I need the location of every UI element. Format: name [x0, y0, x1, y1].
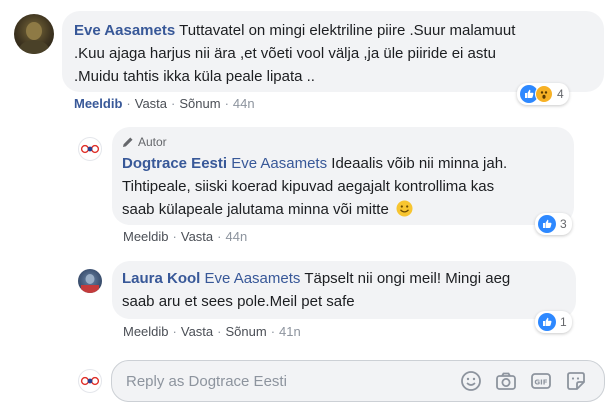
reply-bubble-laura: Laura Kool Eve Aasamets Täpselt nii ongi… — [112, 261, 576, 319]
reaction-count: 1 — [560, 315, 567, 329]
reply-text-line-3-content: saab külapeale jalutama minna või mitte — [122, 201, 389, 218]
reply1-reactions[interactable]: 3 — [535, 213, 572, 235]
reply-input[interactable] — [126, 372, 456, 390]
like-link[interactable]: Meeldib — [123, 229, 169, 244]
sticker-icon[interactable] — [565, 370, 587, 392]
avatar-photo-icon — [81, 274, 99, 293]
comment-text: Tuttavatel on mingi elektriline piire .S… — [179, 22, 516, 39]
dogtrace-eesti-avatar[interactable] — [78, 369, 102, 393]
comment-actions: Meeldib · Vasta · Sõnum · 44n — [74, 96, 255, 111]
like-link[interactable]: Meeldib — [74, 96, 122, 111]
author-badge: Autor — [122, 132, 564, 152]
eve-aasamets-avatar[interactable] — [14, 14, 54, 54]
camera-icon[interactable] — [495, 370, 517, 392]
reply-link[interactable]: Vasta — [181, 324, 213, 339]
reply2-actions: Meeldib · Vasta · Sõnum · 41n — [123, 324, 301, 339]
reply-text-line-1: Laura Kool Eve Aasamets Täpselt nii ongi… — [122, 267, 566, 290]
laura-kool-avatar[interactable] — [78, 269, 102, 293]
gif-icon[interactable]: GIF — [530, 370, 552, 392]
reply-mention[interactable]: Eve Aasamets — [205, 270, 301, 287]
reply-input-box[interactable]: GIF — [111, 360, 605, 402]
pencil-icon — [123, 137, 133, 147]
message-link[interactable]: Sõnum — [226, 324, 267, 339]
comment-text-line-3: .Muidu tahtis ikka küla peale lipata .. — [74, 68, 315, 85]
message-link[interactable]: Sõnum — [179, 96, 220, 111]
reply-text: Ideaalis võib nii minna jah. — [331, 155, 508, 172]
reaction-count: 3 — [560, 217, 567, 231]
reaction-count: 4 — [557, 87, 564, 101]
reply-text-line-3: saab külapeale jalutama minna või mitte — [122, 198, 564, 224]
reply-text-line-1: Dogtrace Eesti Eve Aasamets Ideaalis või… — [122, 152, 564, 175]
dogtrace-logo-icon — [80, 376, 100, 386]
dogtrace-eesti-avatar[interactable] — [78, 137, 102, 161]
reply-text-line-2: saab aru et sees pole.Meil pet safe — [122, 293, 355, 310]
reply-text: Täpselt nii ongi meil! Mingi aeg — [304, 270, 511, 287]
reply1-actions: Meeldib · Vasta · 44n — [123, 229, 248, 244]
comment-reactions[interactable]: 4 — [517, 83, 569, 105]
smiley-emoji-icon — [396, 200, 413, 224]
reply2-reactions[interactable]: 1 — [535, 311, 572, 333]
avatar-photo-icon — [19, 22, 49, 54]
comment-text-line-2: .Kuu ajaga harjus nii ära ,et võeti vool… — [74, 45, 496, 62]
like-reaction-icon — [538, 313, 556, 331]
dogtrace-logo-icon — [80, 144, 100, 154]
author-badge-label: Autor — [138, 134, 167, 149]
comment-timestamp[interactable]: 44n — [233, 96, 255, 111]
reply-link[interactable]: Vasta — [181, 229, 213, 244]
reply-author[interactable]: Dogtrace Eesti — [122, 155, 227, 172]
like-reaction-icon — [538, 215, 556, 233]
comment-bubble: Eve Aasamets Tuttavatel on mingi elektri… — [62, 11, 604, 92]
reply-mention[interactable]: Eve Aasamets — [231, 155, 327, 172]
like-link[interactable]: Meeldib — [123, 324, 169, 339]
reply-text-line-2: Tihtipeale, siiski koerad kipuvad aegaja… — [122, 178, 495, 195]
svg-text:GIF: GIF — [534, 379, 547, 387]
reply-author[interactable]: Laura Kool — [122, 270, 200, 287]
reply-bubble-dogtrace: Autor Dogtrace Eesti Eve Aasamets Ideaal… — [112, 127, 574, 225]
reply-timestamp[interactable]: 41n — [279, 324, 301, 339]
comment-author[interactable]: Eve Aasamets — [74, 22, 175, 39]
comment-text-line-1: Eve Aasamets Tuttavatel on mingi elektri… — [74, 19, 592, 42]
reply-link[interactable]: Vasta — [135, 96, 167, 111]
reply-timestamp[interactable]: 44n — [226, 229, 248, 244]
wow-reaction-icon — [535, 85, 553, 103]
emoji-icon[interactable] — [460, 370, 482, 392]
